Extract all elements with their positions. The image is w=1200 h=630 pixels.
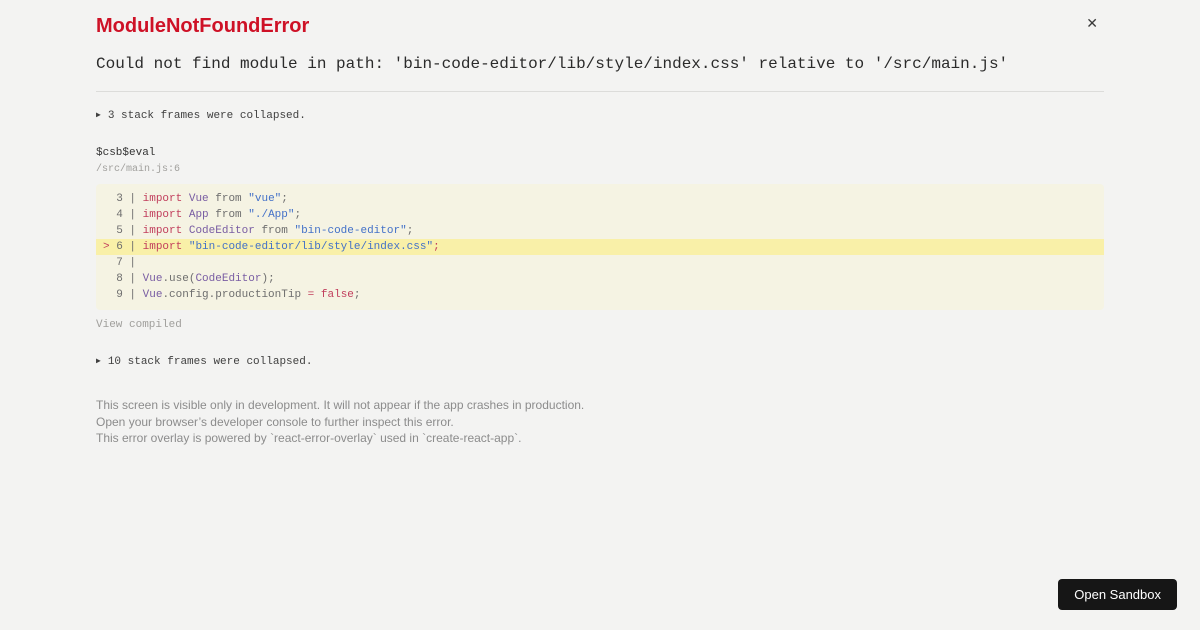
code-gutter: 5 | (109, 225, 143, 237)
code-token: ; (294, 209, 302, 221)
code-token: App (188, 209, 209, 221)
collapse-arrow-icon: ▶ (96, 111, 101, 120)
stack-frame: $csb$eval /src/main.js:6 3 | import Vue … (96, 146, 1104, 332)
view-compiled-link[interactable]: View compiled (96, 318, 182, 332)
footer-note: This error overlay is powered by `react-… (96, 431, 522, 445)
frame-file-location: /src/main.js:6 (96, 164, 181, 175)
code-token: ; (353, 289, 361, 301)
code-token: import (142, 241, 183, 253)
code-token: Vue (142, 289, 163, 301)
code-token: .config.productionTip (162, 289, 308, 301)
code-token: "bin-code-editor/lib/style/index.css" (188, 241, 434, 253)
code-gutter: > 6 | (103, 241, 143, 253)
code-token: import (142, 193, 183, 205)
code-token: "vue" (248, 193, 282, 205)
code-gutter: 4 | (109, 209, 143, 221)
code-token: CodeEditor (188, 225, 255, 237)
close-icon: ✕ (1086, 15, 1098, 31)
code-token: ); (261, 273, 275, 285)
code-gutter: 8 | (109, 273, 143, 285)
code-line: 7 | (96, 255, 1104, 271)
frame-function-name: $csb$eval (96, 147, 156, 159)
code-token: import (142, 209, 183, 221)
close-button[interactable]: ✕ (1082, 14, 1102, 32)
code-gutter: 3 | (109, 193, 143, 205)
code-token: from (254, 225, 295, 237)
code-token: from (208, 193, 249, 205)
code-token: CodeEditor (195, 273, 262, 285)
code-line: 9 | Vue.config.productionTip = false; (96, 287, 1104, 303)
code-token: import (142, 225, 183, 237)
code-token: .use( (162, 273, 196, 285)
code-token: Vue (142, 273, 163, 285)
collapsed-frames-label: 10 stack frames were collapsed. (107, 356, 313, 368)
code-token: from (208, 209, 249, 221)
code-line: 8 | Vue.use(CodeEditor); (96, 271, 1104, 287)
divider (96, 91, 1104, 92)
footer-note: Open your browser’s developer console to… (96, 414, 454, 429)
collapse-arrow-icon: ▶ (96, 357, 101, 366)
collapsed-frames-label: 3 stack frames were collapsed. (107, 110, 306, 122)
code-token: "./App" (248, 209, 295, 221)
error-marker: > (103, 241, 110, 253)
overlay-footer: This screen is visible only in developme… (96, 397, 1104, 447)
code-line: 5 | import CodeEditor from "bin-code-edi… (96, 223, 1104, 239)
code-gutter: 7 | (109, 257, 143, 269)
code-token: ; (281, 193, 288, 205)
code-token: Vue (188, 193, 209, 205)
code-token: ; (433, 241, 440, 253)
code-line: 4 | import App from "./App"; (96, 207, 1104, 223)
code-gutter: 9 | (109, 289, 143, 301)
footer-note: This screen is visible only in developme… (96, 398, 585, 412)
code-line-error: > 6 | import "bin-code-editor/lib/style/… (96, 239, 1104, 255)
error-title: ModuleNotFoundError (96, 15, 310, 37)
code-line: 3 | import Vue from "vue"; (96, 191, 1104, 207)
open-sandbox-button[interactable]: Open Sandbox (1058, 579, 1177, 610)
code-frame: 3 | import Vue from "vue"; 4 | import Ap… (96, 184, 1104, 310)
error-message: Could not find module in path: 'bin-code… (96, 55, 1009, 73)
stack-collapse-toggle-bottom[interactable]: ▶ 10 stack frames were collapsed. (96, 354, 1104, 370)
stack-collapse-toggle-top[interactable]: ▶ 3 stack frames were collapsed. (96, 108, 1104, 124)
error-overlay: ModuleNotFoundError ✕ Could not find mod… (96, 0, 1104, 447)
code-token: "bin-code-editor" (294, 225, 407, 237)
code-token: false (320, 289, 354, 301)
code-token: ; (406, 225, 414, 237)
